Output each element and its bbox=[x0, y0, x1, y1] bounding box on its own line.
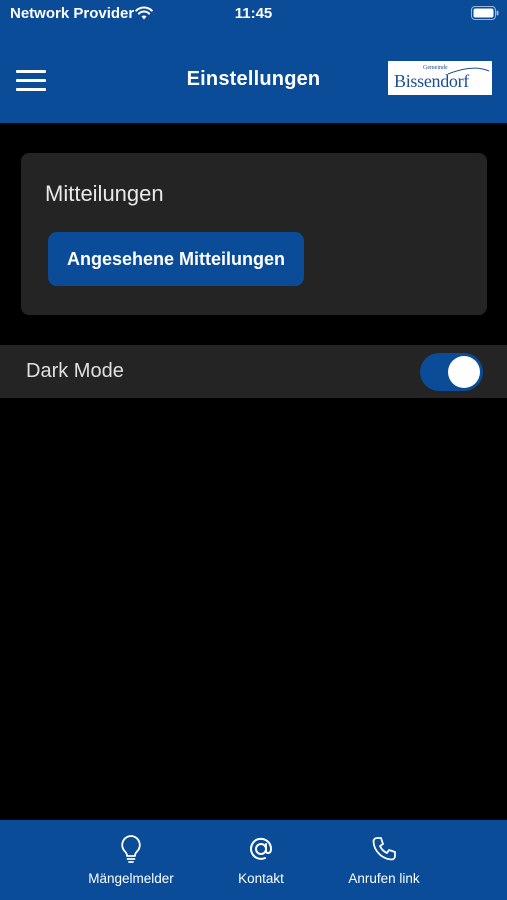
notifications-title: Mitteilungen bbox=[45, 181, 164, 206]
tab-maengelmelder[interactable]: Mängelmelder bbox=[71, 820, 191, 900]
lightbulb-icon bbox=[121, 835, 141, 863]
tab-label: Anrufen link bbox=[348, 871, 420, 886]
tab-label: Mängelmelder bbox=[88, 871, 174, 886]
viewed-notifications-button[interactable]: Angesehene Mitteilungen bbox=[48, 232, 304, 286]
tab-kontakt[interactable]: Kontakt bbox=[201, 820, 321, 900]
dark-mode-label: Dark Mode bbox=[26, 360, 124, 382]
logo-name: Bissendorf bbox=[394, 71, 469, 91]
at-icon bbox=[250, 837, 273, 860]
status-time: 11:45 bbox=[234, 5, 273, 22]
phone-icon bbox=[372, 837, 396, 861]
toggle-knob bbox=[448, 356, 480, 388]
status-bar: Network Provider 11:45 bbox=[0, 0, 507, 30]
municipality-logo: Gemeinde Bissendorf bbox=[388, 61, 492, 95]
bottom-tab-bar: Mängelmelder Kontakt Anrufen link bbox=[0, 820, 507, 900]
tab-label: Kontakt bbox=[238, 871, 284, 886]
dark-mode-toggle[interactable] bbox=[420, 353, 483, 391]
dark-mode-row: Dark Mode bbox=[0, 345, 507, 398]
app-header: Network Provider 11:45 Einstellungen Gem… bbox=[0, 0, 507, 123]
tab-anrufen[interactable]: Anrufen link bbox=[324, 820, 444, 900]
notifications-card: Mitteilungen Angesehene Mitteilungen bbox=[21, 153, 487, 315]
battery-icon bbox=[471, 6, 499, 20]
